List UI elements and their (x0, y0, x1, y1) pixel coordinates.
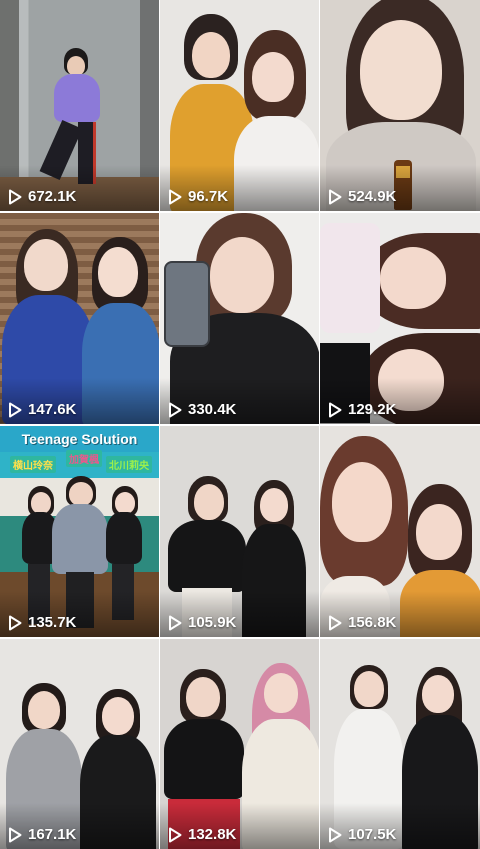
video-tile[interactable]: Teenage Solution 横山玲奈 加賀楓 北川莉央 135.7K (0, 426, 159, 637)
view-count: 156.8K (328, 614, 396, 631)
play-icon (9, 189, 22, 204)
view-count: 672.1K (8, 188, 76, 205)
view-count-label: 167.1K (28, 826, 77, 843)
play-icon (329, 402, 342, 417)
play-icon (9, 615, 22, 630)
view-count-label: 156.8K (348, 614, 397, 631)
video-tile[interactable]: 105.9K (160, 426, 319, 637)
view-count: 167.1K (8, 826, 76, 843)
play-icon (169, 402, 182, 417)
view-count-label: 135.7K (28, 614, 77, 631)
play-icon (329, 827, 342, 842)
play-icon (9, 827, 22, 842)
video-tile[interactable]: 156.8K (320, 426, 480, 637)
view-count-label: 105.9K (188, 614, 237, 631)
video-tile[interactable]: 330.4K (160, 213, 319, 424)
view-count-label: 96.7K (188, 188, 229, 205)
view-count-label: 330.4K (188, 401, 237, 418)
video-grid: 672.1K 96.7K 524.9K 147.6K 330.4K 129.2K… (0, 0, 480, 849)
view-count: 135.7K (8, 614, 76, 631)
view-count: 105.9K (168, 614, 236, 631)
video-tile[interactable]: 107.5K (320, 639, 480, 849)
view-count: 147.6K (8, 401, 76, 418)
video-tile[interactable]: 672.1K (0, 0, 159, 211)
view-count-label: 147.6K (28, 401, 77, 418)
video-tile[interactable]: 524.9K (320, 0, 480, 211)
view-count-label: 132.8K (188, 826, 237, 843)
play-icon (169, 615, 182, 630)
member-name-tag: 加賀楓 (66, 450, 102, 467)
play-icon (169, 827, 182, 842)
view-count-label: 524.9K (348, 188, 397, 205)
member-name-tag: 横山玲奈 (10, 456, 56, 473)
view-count: 524.9K (328, 188, 396, 205)
video-tile[interactable]: 147.6K (0, 213, 159, 424)
view-count-label: 672.1K (28, 188, 77, 205)
view-count: 107.5K (328, 826, 396, 843)
play-icon (169, 189, 182, 204)
video-title-overlay: Teenage Solution (0, 426, 159, 452)
view-count-label: 107.5K (348, 826, 397, 843)
play-icon (329, 189, 342, 204)
video-tile[interactable]: 167.1K (0, 639, 159, 849)
play-icon (329, 615, 342, 630)
view-count: 330.4K (168, 401, 236, 418)
view-count: 129.2K (328, 401, 396, 418)
video-tile[interactable]: 132.8K (160, 639, 319, 849)
view-count-label: 129.2K (348, 401, 397, 418)
video-tile[interactable]: 129.2K (320, 213, 480, 424)
view-count: 132.8K (168, 826, 236, 843)
video-tile[interactable]: 96.7K (160, 0, 319, 211)
view-count: 96.7K (168, 188, 228, 205)
play-icon (9, 402, 22, 417)
member-name-tag: 北川莉央 (106, 456, 152, 473)
